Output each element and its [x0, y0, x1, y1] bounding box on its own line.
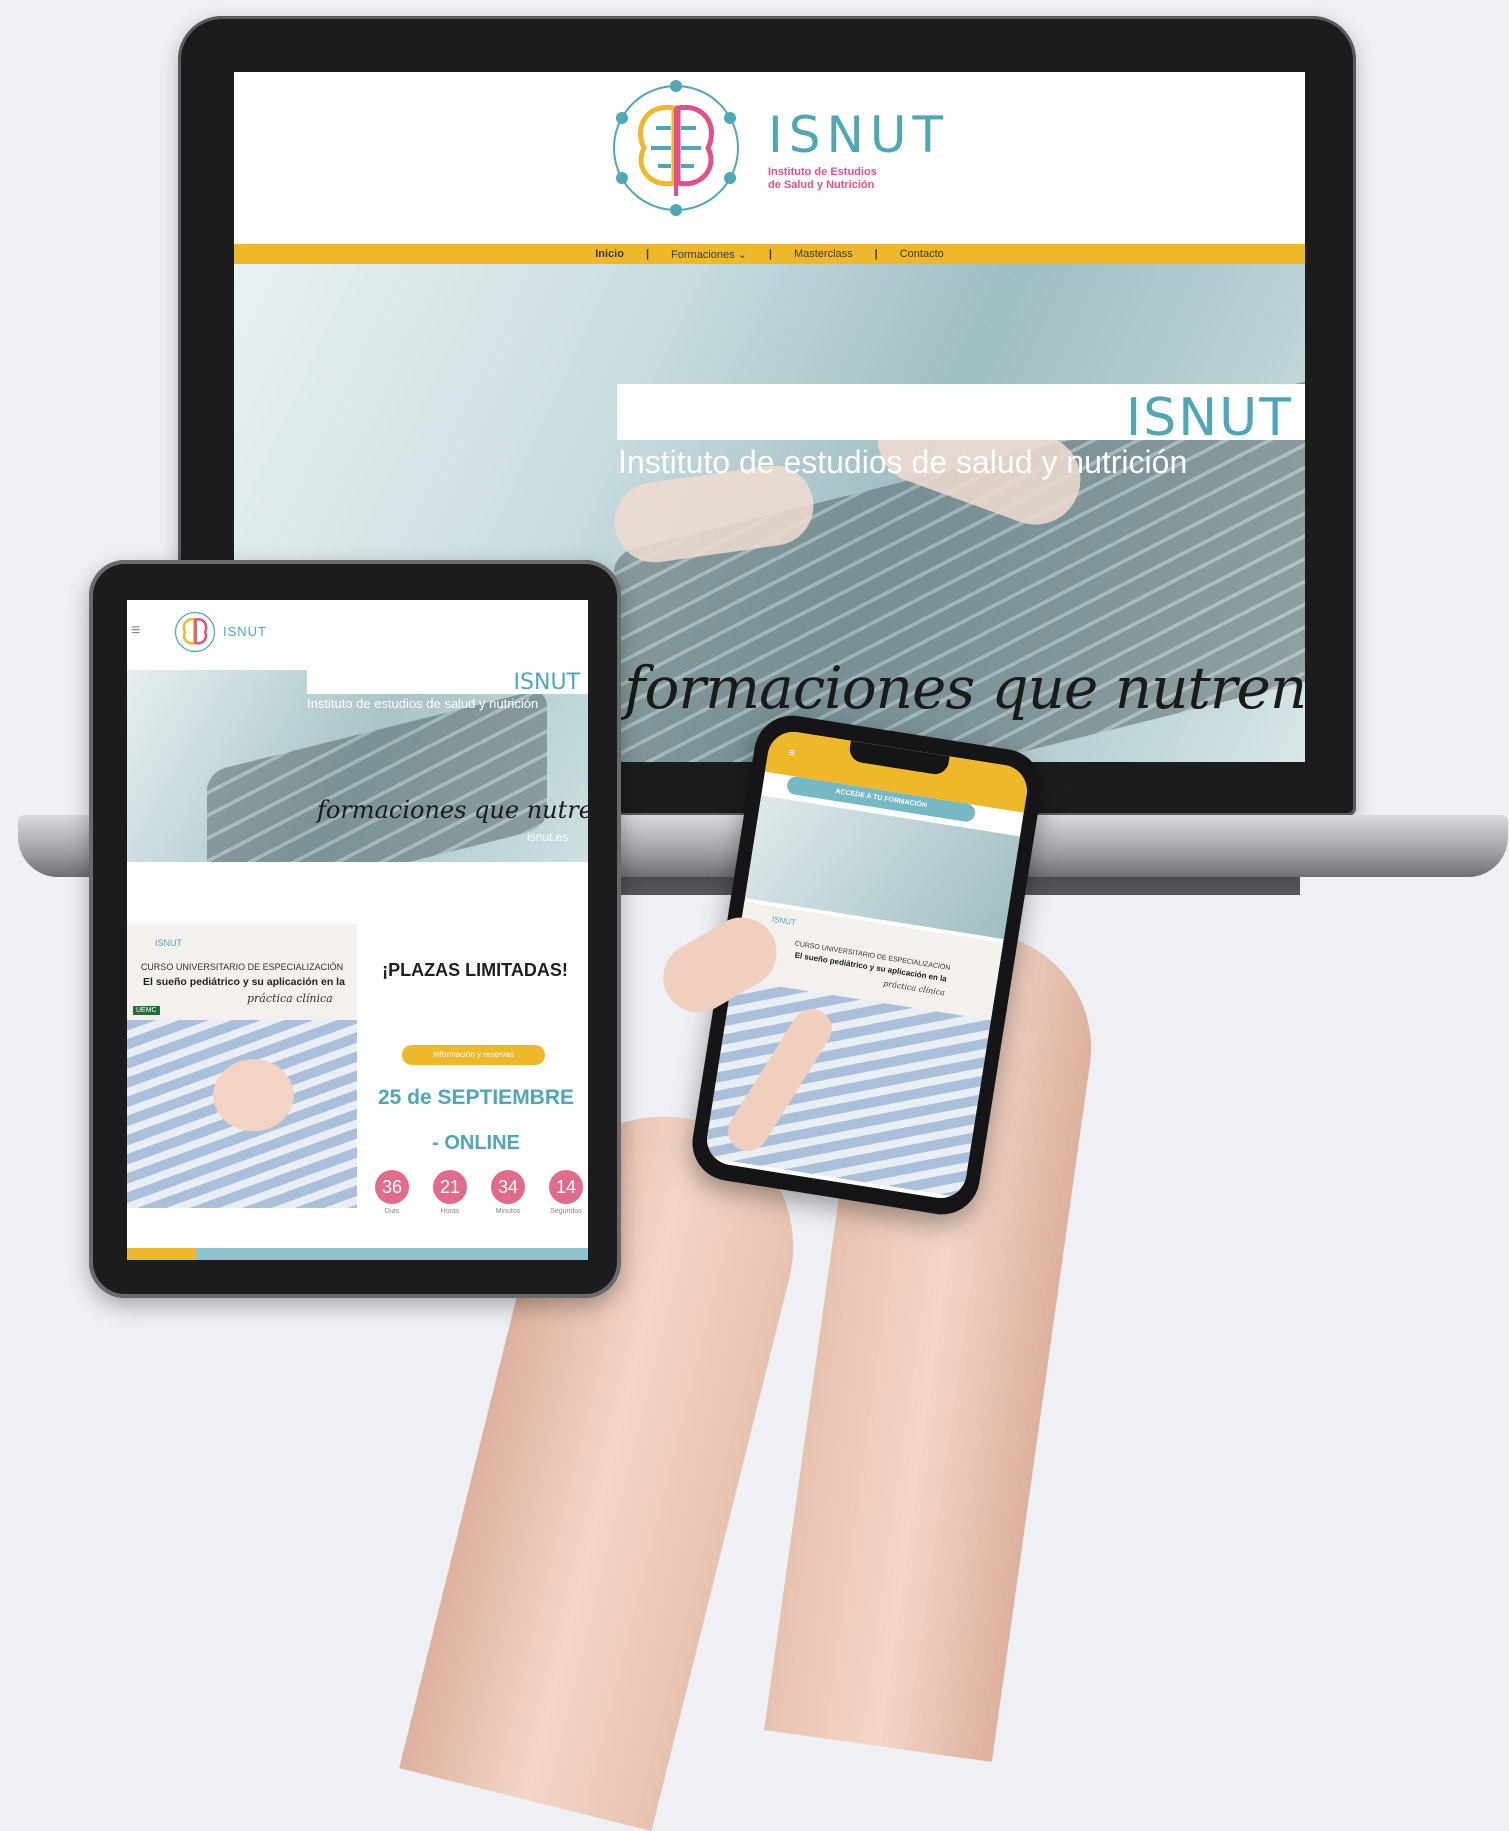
tablet-hero-url: isnut.es [527, 830, 569, 844]
hamburger-menu-icon[interactable]: ≡ [131, 622, 140, 640]
course-script: práctica clínica [247, 992, 333, 1005]
logo-tagline-2: de Salud y Nutrición [768, 179, 875, 191]
countdown-seconds: 14 Segundos [543, 1170, 588, 1215]
hero-script-slogan: formaciones que nutren [624, 654, 1305, 722]
countdown-value: 36 [375, 1170, 409, 1204]
uemc-badge: UEMC [133, 1006, 160, 1015]
countdown-minutes: 34 Minutos [485, 1170, 531, 1215]
nav-separator: | [874, 248, 878, 260]
nav-separator: | [645, 248, 650, 260]
course-card-logo: ISNUT [155, 938, 182, 948]
tablet-logo[interactable]: ISNUT [223, 624, 267, 639]
nav-item-masterclass[interactable]: Masterclass [794, 248, 853, 260]
hero-brand: ISNUT [1125, 388, 1293, 448]
course-mode: - ONLINE [432, 1132, 520, 1154]
brain-logo-icon [174, 611, 216, 653]
course-title: El sueño pediátrico y su aplicación en l… [143, 976, 345, 988]
countdown-value: 34 [491, 1170, 525, 1204]
countdown-label: Días [384, 1208, 400, 1215]
site-logo[interactable]: ISNUT Instituto de Estudios de Salud y N… [768, 110, 949, 192]
tablet-hero-subtitle: Instituto de estudios de salud y nutrici… [307, 696, 539, 711]
countdown: 36 Días 21 Horas 34 Minutos 14 Segundos [369, 1170, 588, 1215]
hero-subtitle: Instituto de estudios de salud y nutrici… [618, 444, 1188, 480]
tablet-footer-bar [127, 1248, 588, 1260]
nav-item-inicio[interactable]: Inicio [595, 248, 624, 260]
logo-wordmark: ISNUT [768, 106, 950, 164]
countdown-label: Horas [440, 1208, 460, 1215]
tablet-hero-slogan: formaciones que nutren [317, 796, 588, 824]
countdown-label: Minutos [495, 1208, 521, 1215]
hamburger-menu-icon[interactable]: ≡ [787, 745, 796, 760]
tablet-hero-brand: ISNUT [513, 670, 580, 695]
countdown-hours: 21 Horas [427, 1170, 473, 1215]
chevron-down-icon: ⌄ [737, 248, 747, 261]
nav-separator: | [768, 248, 772, 260]
nav-item-contacto[interactable]: Contacto [900, 248, 944, 260]
nav-item-formaciones-label: Formaciones [671, 248, 735, 261]
info-reservas-button[interactable]: Información y reservas [402, 1045, 545, 1065]
phone-course-logo: ISNUT [771, 914, 797, 928]
keyboard-photo [207, 687, 547, 862]
baby-photo [127, 1020, 357, 1208]
nav-item-formaciones[interactable]: Formaciones ⌄ [671, 248, 747, 261]
site-header: ISNUT Instituto de Estudios de Salud y N… [234, 72, 1305, 244]
tablet-hero: ISNUT Instituto de estudios de salud y n… [127, 670, 588, 862]
countdown-value: 21 [433, 1170, 467, 1204]
plazas-limitadas: ¡PLAZAS LIMITADAS! [382, 960, 568, 980]
countdown-label: Segundos [550, 1208, 582, 1215]
course-card[interactable]: ISNUT CURSO UNIVERSITARIO DE ESPECIALIZA… [127, 924, 357, 1208]
tablet-header: ≡ ISNUT [127, 600, 588, 670]
brain-logo-icon [613, 80, 739, 216]
tablet-screen: ≡ ISNUT ISNUT Instituto de estudios de s… [127, 600, 588, 1260]
countdown-value: 14 [549, 1170, 583, 1204]
logo-tagline-1: Instituto de Estudios [768, 166, 877, 178]
countdown-days: 36 Días [369, 1170, 415, 1215]
main-nav: Inicio | Formaciones ⌄ | Masterclass | C… [234, 244, 1305, 264]
course-label: CURSO UNIVERSITARIO DE ESPECIALIZACIÓN [140, 962, 344, 972]
course-date: 25 de SEPTIEMBRE [377, 1086, 575, 1109]
